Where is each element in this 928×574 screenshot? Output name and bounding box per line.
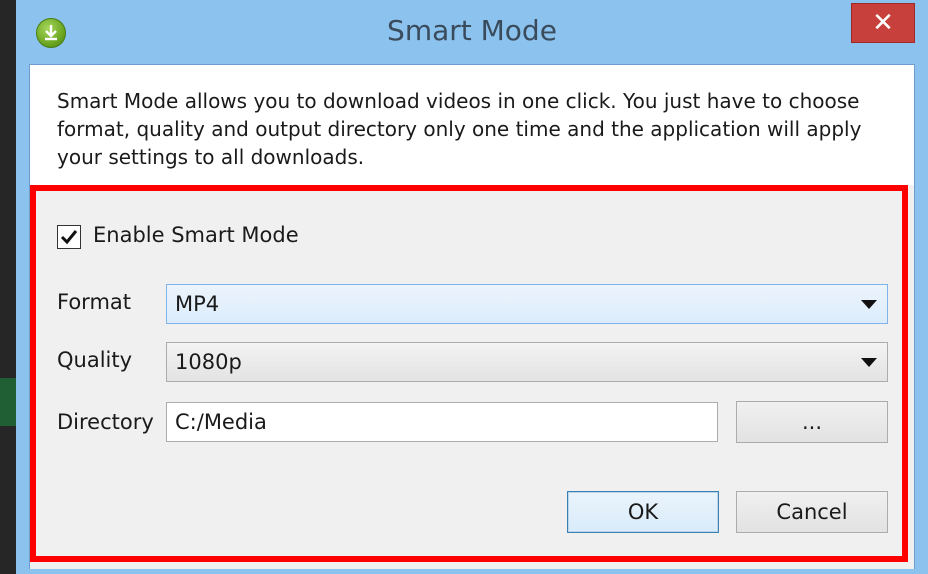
quality-label: Quality <box>57 348 133 372</box>
directory-input[interactable] <box>166 402 718 442</box>
browse-button[interactable]: ... <box>736 401 888 443</box>
format-value: MP4 <box>175 292 220 316</box>
dialog-client-area: Smart Mode allows you to download videos… <box>29 64 915 569</box>
chevron-down-icon <box>861 358 877 367</box>
chevron-down-icon <box>861 300 877 309</box>
enable-smart-mode-label[interactable]: Enable Smart Mode <box>93 223 299 247</box>
smart-mode-dialog: Smart Mode ✕ Smart Mode allows you to do… <box>16 0 928 574</box>
directory-label: Directory <box>57 410 154 434</box>
description-text: Smart Mode allows you to download videos… <box>57 89 862 169</box>
dialog-title: Smart Mode <box>387 14 557 47</box>
enable-smart-mode-checkbox[interactable] <box>57 225 81 249</box>
format-dropdown[interactable]: MP4 <box>166 284 888 324</box>
title-bar[interactable]: Smart Mode ✕ <box>16 0 928 64</box>
close-button[interactable]: ✕ <box>851 3 915 43</box>
checkmark-icon <box>60 230 78 245</box>
ok-button[interactable]: OK <box>567 491 719 533</box>
quality-dropdown[interactable]: 1080p <box>166 342 888 382</box>
format-label: Format <box>57 290 132 314</box>
quality-value: 1080p <box>175 350 242 374</box>
settings-panel: Enable Smart Mode Format MP4 Quality 108… <box>30 185 914 569</box>
close-icon: ✕ <box>872 8 894 38</box>
cancel-button[interactable]: Cancel <box>736 491 888 533</box>
